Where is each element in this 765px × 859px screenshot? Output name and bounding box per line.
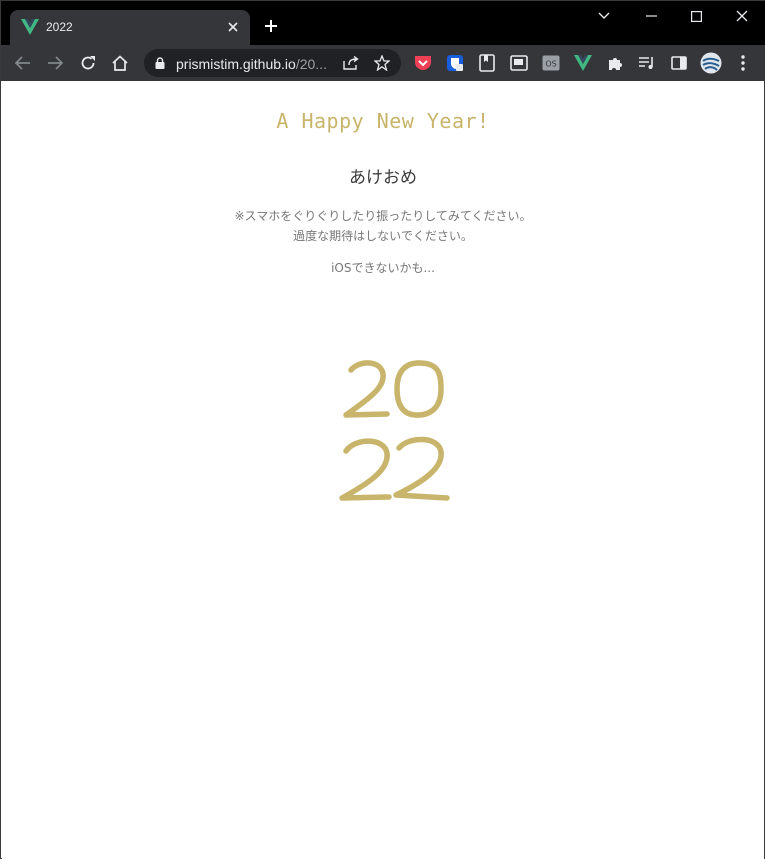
share-button[interactable] — [342, 54, 360, 72]
reading-list-button[interactable] — [476, 52, 498, 74]
year-digit-2-bottom-left — [339, 438, 392, 501]
reload-button[interactable] — [74, 49, 102, 77]
home-icon — [112, 55, 128, 71]
os-extension-button[interactable]: OS — [540, 52, 562, 74]
home-button[interactable] — [106, 49, 134, 77]
new-tab-button[interactable] — [260, 15, 282, 37]
back-button[interactable] — [9, 49, 37, 77]
side-panel-icon — [671, 56, 687, 70]
maximize-button[interactable] — [673, 1, 719, 31]
pocket-icon — [415, 55, 431, 70]
page-subheading: あけおめ — [349, 168, 417, 188]
close-icon — [736, 10, 748, 22]
chevron-down-icon — [598, 12, 610, 19]
close-window-button[interactable] — [719, 1, 765, 31]
instruction-text: ※スマホをぐりぐりしたり振ったりしてみてください。 — [234, 209, 532, 223]
picture-in-picture-button[interactable] — [508, 52, 530, 74]
tab-title: 2022 — [46, 20, 73, 34]
minimize-button[interactable] — [628, 1, 674, 31]
year-digit-2-bottom-right — [393, 436, 450, 501]
media-control-icon — [639, 57, 653, 69]
profile-button[interactable] — [700, 52, 722, 74]
media-control-button[interactable] — [636, 52, 658, 74]
extensions-button[interactable] — [604, 52, 626, 74]
reading-list-icon — [479, 54, 495, 72]
plus-icon — [265, 20, 277, 32]
profile-avatar — [700, 52, 722, 74]
browser-toolbar: prismistim.github.io/20... OS — [1, 45, 765, 81]
star-icon — [374, 55, 390, 71]
bitwarden-icon — [447, 55, 463, 71]
svg-text:OS: OS — [545, 60, 556, 69]
tab-active[interactable]: 2022 — [10, 10, 250, 45]
close-icon — [228, 22, 238, 32]
vue-favicon-icon — [21, 19, 39, 35]
browser-window: 2022 prismistim.github.io/20... OS A Hap… — [0, 0, 765, 859]
more-vertical-icon — [741, 55, 745, 71]
os-icon: OS — [542, 55, 560, 71]
side-panel-button[interactable] — [668, 52, 690, 74]
tab-close-button[interactable] — [224, 18, 242, 36]
ios-note-text: iOSできないかも... — [331, 261, 435, 275]
arrow-left-icon — [15, 56, 30, 70]
pocket-button[interactable] — [412, 52, 434, 74]
url-host: prismistim.github.io — [176, 56, 296, 72]
tab-strip: 2022 — [1, 1, 765, 45]
url-path: /20... — [295, 56, 327, 72]
year-digit-2-top-left — [343, 360, 390, 418]
picture-in-picture-icon — [510, 55, 528, 71]
reload-icon — [81, 56, 95, 70]
page-content: A Happy New Year! あけおめ ※スマホをぐりぐりしたり振ったりし… — [2, 81, 764, 859]
vue-devtools-button[interactable] — [572, 52, 594, 74]
url-text[interactable]: prismistim.github.io/20... — [176, 56, 327, 72]
puzzle-icon — [608, 57, 622, 70]
disclaimer-text: 過度な期待はしないでください。 — [293, 229, 473, 243]
lock-icon[interactable] — [155, 57, 165, 69]
forward-button[interactable] — [41, 49, 69, 77]
share-icon — [343, 56, 359, 70]
vue-devtools-icon — [574, 55, 592, 71]
minimize-icon — [645, 15, 657, 17]
page-heading: A Happy New Year! — [276, 109, 490, 133]
bitwarden-button[interactable] — [444, 52, 466, 74]
browser-menu-button[interactable] — [732, 52, 754, 74]
arrow-right-icon — [48, 56, 63, 70]
address-bar[interactable]: prismistim.github.io/20... — [144, 49, 401, 77]
maximize-icon — [690, 10, 702, 22]
tab-search-button[interactable] — [581, 1, 627, 31]
bookmark-star-button[interactable] — [373, 54, 391, 72]
year-2022-artwork[interactable] — [329, 356, 459, 531]
year-digit-0-top-right — [394, 360, 444, 418]
